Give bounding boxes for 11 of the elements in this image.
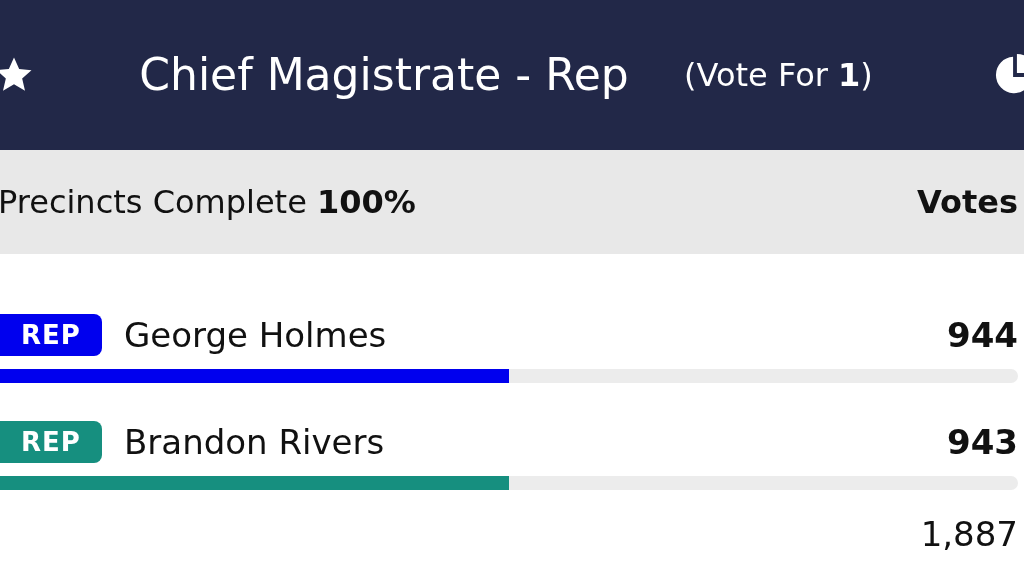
vote-for-label: (Vote For 1) [684,56,873,94]
precincts-complete: Precincts Complete 100% [0,183,416,221]
votes-heading: Votes [916,183,1018,221]
vote-count: 943 [947,422,1018,462]
party-badge: REP [0,421,102,463]
candidate-name: George Holmes [124,315,387,355]
total-votes: 1,887 [919,514,1019,554]
vote-count: 944 [947,315,1018,355]
race-title: Chief Magistrate - Rep [138,48,630,102]
candidate-name: Brandon Rivers [124,422,385,462]
party-badge: REP [0,314,102,356]
